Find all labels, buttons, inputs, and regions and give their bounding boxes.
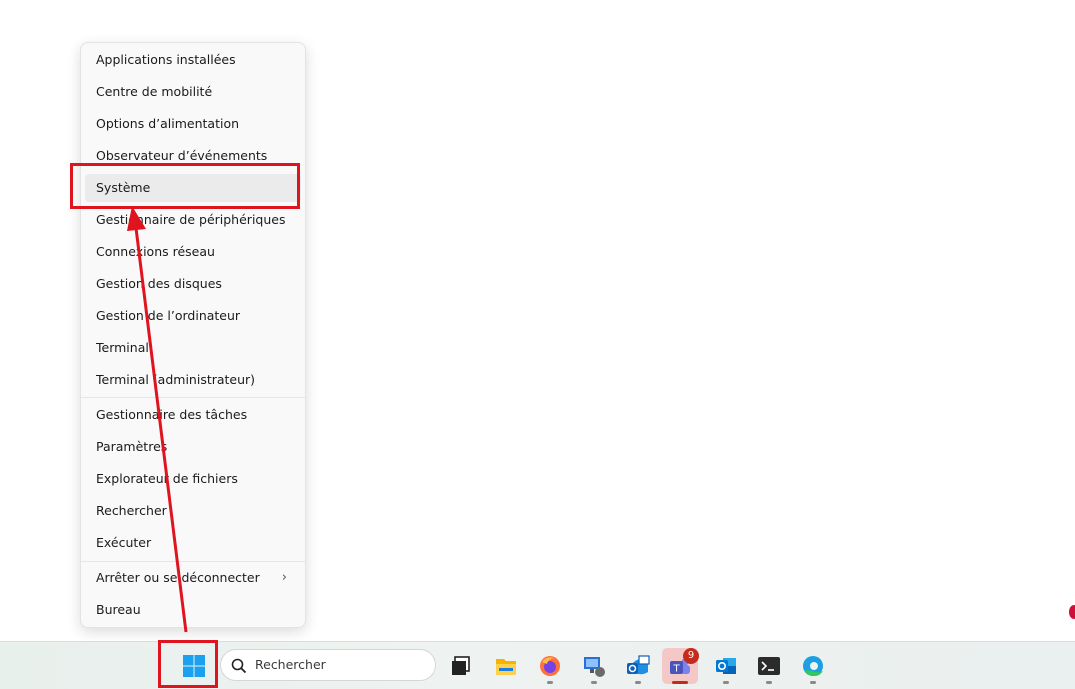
outlook-button[interactable] <box>708 648 744 684</box>
running-indicator <box>591 681 597 684</box>
running-indicator <box>766 681 772 684</box>
remote-desktop-icon <box>584 657 605 677</box>
menu-item-installed-apps[interactable]: Applications installées <box>85 46 301 74</box>
menu-item-desktop[interactable]: Bureau <box>85 596 301 624</box>
menu-item-disk-management[interactable]: Gestion des disques <box>85 270 301 298</box>
running-indicator <box>635 681 641 684</box>
menu-item-search[interactable]: Rechercher <box>85 497 301 525</box>
chevron-right-icon: › <box>281 570 287 585</box>
running-indicator <box>723 681 729 684</box>
winx-context-menu: Applications installées Centre de mobili… <box>80 42 306 628</box>
task-view-button[interactable] <box>443 648 479 684</box>
menu-item-file-explorer[interactable]: Explorateur de fichiers <box>85 465 301 493</box>
remote-desktop-button[interactable] <box>576 648 612 684</box>
search-placeholder: Rechercher <box>255 657 326 672</box>
menu-item-shutdown-signout[interactable]: Arrêter ou se déconnecter › <box>85 564 301 592</box>
menu-item-settings[interactable]: Paramètres <box>85 433 301 461</box>
terminal-button[interactable] <box>751 648 787 684</box>
menu-item-device-manager[interactable]: Gestionnaire de périphériques <box>85 206 301 234</box>
edge-button[interactable] <box>795 648 831 684</box>
taskbar-search-box[interactable]: Rechercher <box>220 649 436 681</box>
edge-icon <box>803 656 823 676</box>
outlook-icon <box>716 658 736 674</box>
menu-separator <box>81 561 305 562</box>
menu-item-network-connections[interactable]: Connexions réseau <box>85 238 301 266</box>
outlook-new-icon <box>627 655 650 675</box>
menu-item-label: Arrêter ou se déconnecter <box>96 570 260 585</box>
active-indicator <box>672 681 688 684</box>
running-indicator <box>547 681 553 684</box>
firefox-button[interactable] <box>532 648 568 684</box>
task-view-icon <box>452 656 470 675</box>
file-explorer-icon <box>496 659 516 675</box>
menu-item-run[interactable]: Exécuter <box>85 529 301 557</box>
menu-item-computer-management[interactable]: Gestion de l’ordinateur <box>85 302 301 330</box>
menu-item-terminal-admin[interactable]: Terminal (administrateur) <box>85 366 301 394</box>
menu-item-mobility-center[interactable]: Centre de mobilité <box>85 78 301 106</box>
firefox-icon <box>540 656 560 676</box>
running-indicator <box>810 681 816 684</box>
menu-item-task-manager[interactable]: Gestionnaire des tâches <box>85 401 301 429</box>
search-icon <box>231 658 247 674</box>
menu-item-terminal[interactable]: Terminal <box>85 334 301 362</box>
annotation-highlight-system <box>70 163 300 209</box>
file-explorer-button[interactable] <box>488 648 524 684</box>
annotation-highlight-start <box>158 640 218 688</box>
menu-item-power-options[interactable]: Options d’alimentation <box>85 110 301 138</box>
terminal-icon <box>758 657 780 675</box>
menu-separator <box>81 397 305 398</box>
svg-text:T: T <box>672 664 680 675</box>
outlook-new-button[interactable] <box>620 648 656 684</box>
teams-notification-badge: 9 <box>683 648 699 664</box>
notification-dot <box>1069 605 1075 619</box>
